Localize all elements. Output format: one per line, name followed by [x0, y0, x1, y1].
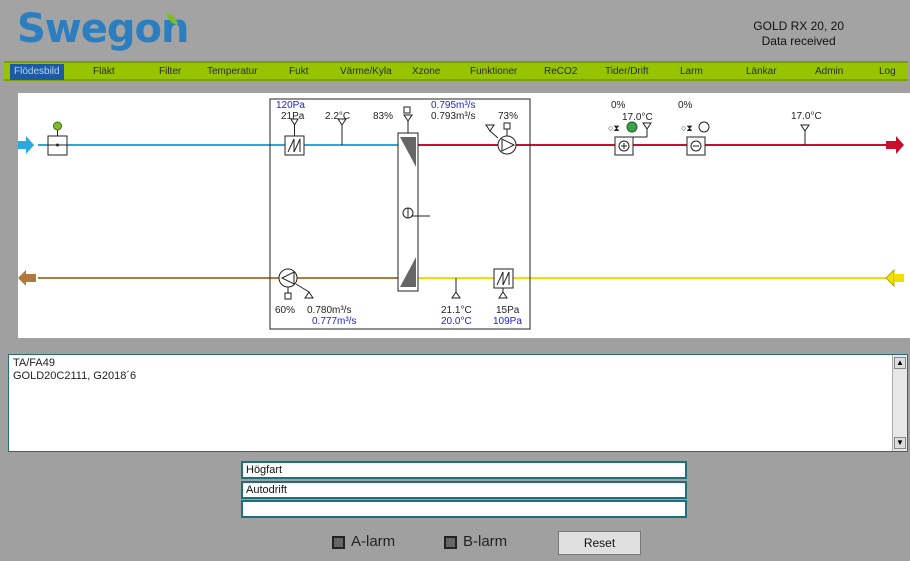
log-textarea[interactable]: TA/FA49 GOLD20C2111, G2018´6 ▲ ▼ — [8, 354, 908, 452]
nav-item-lankar[interactable]: Länkar — [746, 64, 777, 80]
device-name: GOLD RX 20, 20 — [753, 19, 844, 33]
flow-diagram: ○⧗ ○⧗ 120Pa 21Pa 2.2°C 83% 0.795m³/s 0.7… — [18, 93, 910, 338]
swegon-logo: Swegon — [17, 6, 189, 52]
fan-mode-field[interactable]: Högfart — [241, 461, 687, 479]
exhaust-fan-speed-value: 60% — [275, 305, 295, 316]
svg-text:○⧗: ○⧗ — [608, 123, 620, 133]
a-alarm-label: A-larm — [351, 533, 396, 550]
supply-filter-icon[interactable] — [284, 118, 305, 156]
heating-output-value: 0% — [611, 100, 626, 111]
exhaust-fan-icon[interactable] — [278, 268, 314, 300]
nav-item-xzone[interactable]: Xzone — [412, 64, 440, 80]
header-bar: Swegon GOLD RX 20, 20 Data received — [0, 0, 910, 60]
supply-temp-value: 17.0°C — [791, 111, 822, 122]
nav-item-flodesbild[interactable]: Flödesbild — [10, 64, 64, 80]
supply-temp-sensor-icon[interactable] — [800, 124, 810, 145]
log-scrollbar[interactable]: ▲ ▼ — [892, 355, 907, 451]
scroll-up-icon[interactable]: ▲ — [894, 357, 906, 369]
log-text: TA/FA49 GOLD20C2111, G2018´6 — [13, 357, 136, 383]
supply-fan-icon[interactable] — [485, 122, 517, 155]
log-line: GOLD20C2111, G2018´6 — [13, 370, 137, 382]
operation-mode-field[interactable]: Autodrift — [241, 481, 687, 499]
nav-item-fukt[interactable]: Fukt — [289, 64, 308, 80]
b-alarm-led-icon — [444, 535, 457, 549]
supply-pressure-setpoint: 120Pa — [276, 100, 305, 111]
supply-air-arrow-icon — [886, 136, 904, 154]
a-alarm-indicator: A-larm — [332, 533, 395, 550]
cooler-icon[interactable]: ○⧗ — [681, 121, 710, 156]
extract-pressure-setpoint: 109Pa — [493, 316, 522, 327]
main-nav: Flödesbild Fläkt Filter Temperatur Fukt … — [4, 61, 908, 81]
outdoor-air-arrow-icon — [18, 136, 34, 154]
supply-flow-setpoint: 0.795m³/s — [431, 100, 475, 111]
supply-flow-value: 0.793m³/s — [431, 111, 475, 122]
intake-damper-icon[interactable] — [47, 121, 68, 156]
b-alarm-indicator: B-larm — [444, 533, 507, 550]
exhaust-flow-value: 0.780m³/s — [307, 305, 351, 316]
scroll-down-icon[interactable]: ▼ — [894, 437, 906, 449]
extract-temp-setpoint: 20.0°C — [441, 316, 472, 327]
log-line: TA/FA49 — [13, 357, 55, 369]
outdoor-temp-sensor-icon[interactable] — [337, 118, 347, 145]
extract-temp-value: 21.1°C — [441, 305, 472, 316]
rotor-sensor-icon — [403, 106, 413, 133]
nav-item-filter[interactable]: Filter — [159, 64, 181, 80]
outdoor-temp-value: 2.2°C — [325, 111, 350, 122]
nav-item-reco2[interactable]: ReCO2 — [544, 64, 577, 80]
nav-item-funktioner[interactable]: Funktioner — [470, 64, 517, 80]
svg-text:○⧗: ○⧗ — [681, 123, 693, 133]
extract-pressure-value: 15Pa — [496, 305, 520, 316]
nav-item-admin[interactable]: Admin — [815, 64, 843, 80]
rotor-efficiency-value: 83% — [373, 111, 393, 122]
extract-air-arrow-icon — [885, 268, 904, 288]
cooling-output-value: 0% — [678, 100, 693, 111]
extract-temp-sensor-icon[interactable] — [451, 278, 461, 299]
nav-item-tider-drift[interactable]: Tider/Drift — [605, 64, 649, 80]
supply-pressure-value: 21Pa — [281, 111, 305, 122]
a-alarm-led-icon — [332, 535, 345, 549]
nav-item-flakt[interactable]: Fläkt — [93, 64, 115, 80]
flow-diagram-svg: ○⧗ ○⧗ 120Pa 21Pa 2.2°C 83% 0.795m³/s 0.7… — [18, 98, 904, 330]
after-heater-temp-value: 17.0°C — [622, 112, 653, 123]
nav-item-larm[interactable]: Larm — [680, 64, 703, 80]
status-field-empty[interactable] — [241, 500, 687, 518]
connection-status: Data received — [761, 34, 836, 48]
rotary-heat-exchanger-icon[interactable] — [397, 132, 430, 292]
exhaust-air-arrow-icon — [18, 270, 36, 286]
device-info: GOLD RX 20, 20 Data received — [753, 19, 844, 49]
b-alarm-label: B-larm — [463, 533, 508, 550]
nav-item-varme-kyla[interactable]: Värme/Kyla — [340, 64, 392, 80]
exhaust-flow-setpoint: 0.777m³/s — [312, 316, 356, 327]
nav-item-temperatur[interactable]: Temperatur — [207, 64, 258, 80]
extract-filter-icon[interactable] — [493, 268, 514, 299]
supply-fan-speed-value: 73% — [498, 111, 518, 122]
reset-button[interactable]: Reset — [558, 531, 641, 555]
nav-item-log[interactable]: Log — [879, 64, 896, 80]
heater-icon[interactable]: ○⧗ — [608, 121, 652, 156]
